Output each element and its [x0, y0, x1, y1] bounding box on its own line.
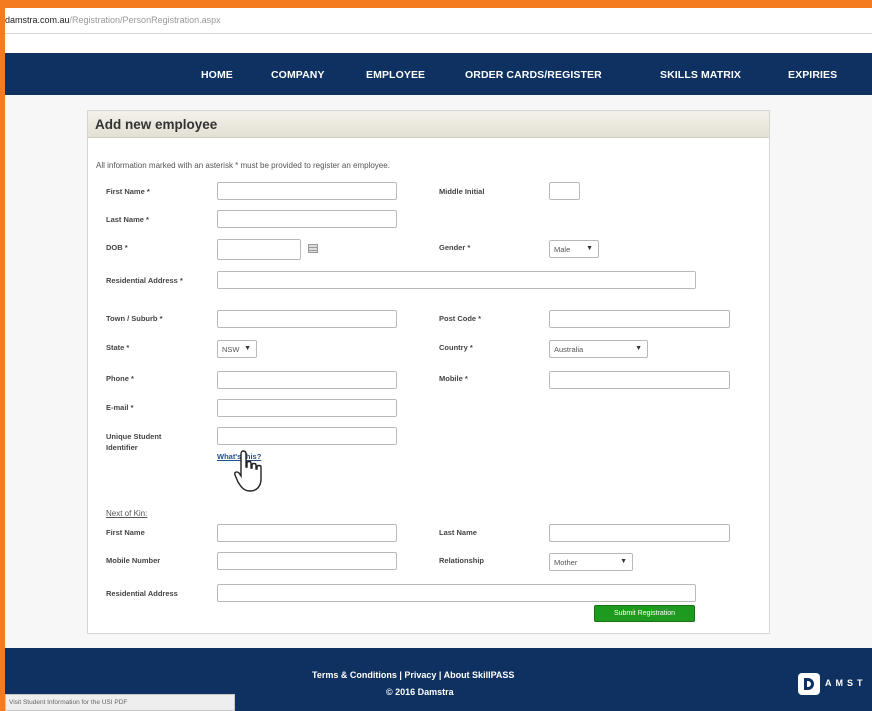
mobile-input[interactable] — [549, 371, 730, 389]
middle-initial-label: Middle Initial — [439, 187, 485, 196]
country-label: Country * — [439, 343, 473, 352]
nav-expiries[interactable]: EXPIRIES — [788, 69, 837, 81]
middle-initial-input[interactable] — [549, 182, 580, 200]
gender-label: Gender * — [439, 243, 471, 252]
first-name-label: First Name * — [106, 187, 150, 196]
town-suburb-label: Town / Suburb * — [106, 314, 163, 323]
nav-skills-matrix[interactable]: SKILLS MATRIX — [660, 69, 741, 81]
url-domain: damstra.com.au — [5, 15, 70, 25]
calendar-icon[interactable] — [308, 244, 318, 253]
last-name-label: Last Name * — [106, 215, 149, 224]
url-path: /Registration/PersonRegistration.aspx — [69, 15, 221, 25]
nok-mobile-number-input[interactable] — [217, 552, 397, 570]
country-value: Australia — [554, 345, 584, 354]
damstra-logo — [798, 673, 820, 695]
next-of-kin-heading: Next of Kin: — [106, 509, 148, 518]
logo-text: AMST — [825, 678, 867, 688]
nok-residential-address-input[interactable] — [217, 584, 696, 602]
country-select[interactable]: Australia ▼ — [549, 340, 648, 358]
main-nav: HOME COMPANY EMPLOYEE ORDER CARDS/REGIST… — [5, 53, 872, 95]
state-select[interactable]: NSW ▼ — [217, 340, 257, 358]
usi-input[interactable] — [217, 427, 397, 445]
gender-value: Male — [554, 245, 571, 254]
required-info-text: All information marked with an asterisk … — [96, 161, 390, 170]
caret-down-icon: ▼ — [620, 558, 627, 565]
browser-window: damstra.com.au/Registration/PersonRegist… — [5, 8, 872, 711]
mobile-label: Mobile * — [439, 374, 468, 383]
town-suburb-input[interactable] — [217, 310, 397, 328]
browser-status-bar: Visit Student Information for the USI PD… — [5, 694, 235, 711]
nav-home[interactable]: HOME — [201, 69, 233, 81]
logo-mark — [804, 678, 814, 690]
nav-employee[interactable]: EMPLOYEE — [366, 69, 425, 81]
nok-first-name-label: First Name — [106, 528, 145, 537]
add-employee-panel: Add new employee All information marked … — [87, 110, 770, 634]
caret-down-icon: ▼ — [635, 345, 642, 352]
usi-label: Unique Student Identifier — [106, 432, 162, 452]
gender-select[interactable]: Male ▼ — [549, 240, 599, 258]
state-value: NSW — [222, 345, 240, 354]
nok-residential-address-label: Residential Address — [106, 589, 178, 598]
nok-relationship-select[interactable]: Mother ▼ — [549, 553, 633, 571]
post-code-input[interactable] — [549, 310, 730, 328]
nav-order-cards-register[interactable]: ORDER CARDS/REGISTER — [465, 69, 602, 81]
submit-registration-button[interactable]: Submit Registration — [594, 605, 695, 622]
post-code-label: Post Code * — [439, 314, 482, 323]
nok-relationship-label: Relationship — [439, 556, 485, 565]
nok-mobile-number-label: Mobile Number — [106, 556, 161, 565]
first-name-input[interactable] — [217, 182, 397, 200]
nok-last-name-label: Last Name — [439, 528, 477, 537]
caret-down-icon: ▼ — [244, 345, 251, 352]
caret-down-icon: ▼ — [586, 245, 593, 252]
dob-label: DOB * — [106, 243, 128, 252]
footer-copyright: © 2016 Damstra — [386, 687, 454, 697]
page-title: Add new employee — [95, 117, 218, 132]
nok-last-name-input[interactable] — [549, 524, 730, 542]
panel-header: Add new employee — [88, 111, 769, 138]
nok-first-name-input[interactable] — [217, 524, 397, 542]
residential-address-input[interactable] — [217, 271, 696, 289]
phone-input[interactable] — [217, 371, 397, 389]
email-label: E-mail * — [106, 403, 134, 412]
footer-links[interactable]: Terms & Conditions | Privacy | About Ski… — [312, 670, 514, 680]
email-input[interactable] — [217, 399, 397, 417]
page-content: Add new employee All information marked … — [5, 95, 872, 648]
residential-address-label: Residential Address * — [106, 276, 183, 285]
url-text[interactable]: damstra.com.au/Registration/PersonRegist… — [5, 15, 221, 25]
phone-label: Phone * — [106, 374, 134, 383]
hand-pointer-icon — [234, 450, 262, 492]
nav-company[interactable]: COMPANY — [271, 69, 325, 81]
dob-input[interactable] — [217, 239, 301, 260]
nok-relationship-value: Mother — [554, 558, 578, 567]
last-name-input[interactable] — [217, 210, 397, 228]
state-label: State * — [106, 343, 130, 352]
address-bar[interactable]: damstra.com.au/Registration/PersonRegist… — [5, 8, 872, 34]
